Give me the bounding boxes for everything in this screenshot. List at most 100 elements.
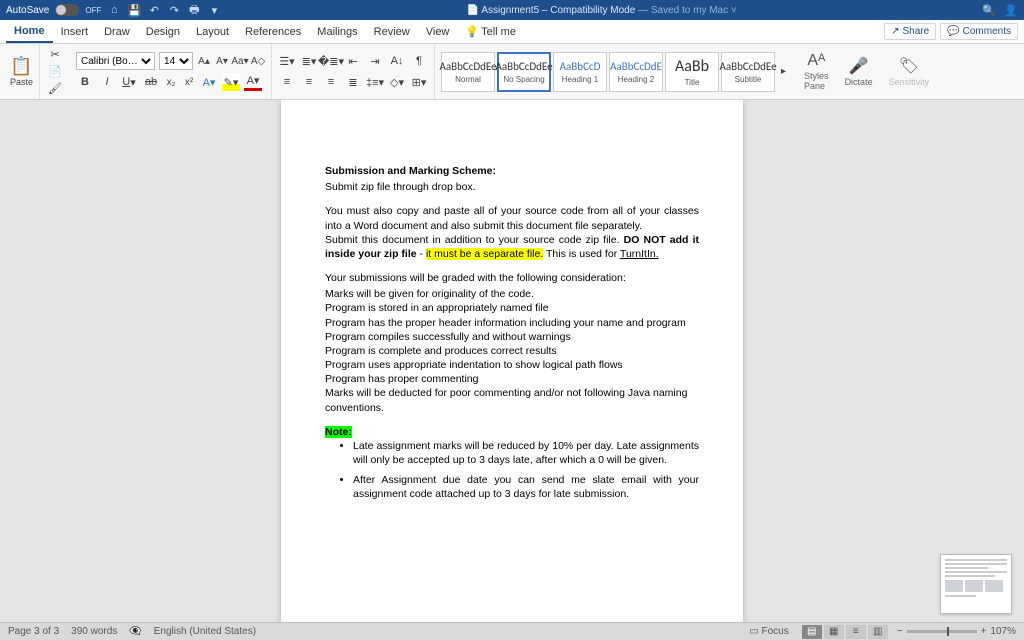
list-item: Late assignment marks will be reduced by…	[353, 439, 699, 467]
line-spacing-icon[interactable]: ‡≡▾	[366, 73, 384, 91]
tab-mailings[interactable]: Mailings	[309, 22, 365, 42]
tab-home[interactable]: Home	[6, 21, 53, 43]
shading-icon[interactable]: ◇▾	[388, 73, 406, 91]
decrease-indent-icon[interactable]: ⇤	[344, 52, 362, 70]
list-item: After Assignment due date you can send m…	[353, 473, 699, 501]
share-button[interactable]: ↗Share	[884, 23, 936, 40]
style-card-heading-2[interactable]: AaBbCcDdE Heading 2	[609, 52, 663, 92]
view-outline-icon[interactable]: ≡	[846, 625, 866, 639]
tab-draw[interactable]: Draw	[96, 22, 138, 42]
style-card-title[interactable]: AaBbTitle	[665, 52, 719, 92]
user-icon[interactable]: 👤	[1004, 3, 1018, 17]
doc-highlight: it must be a separate file.	[426, 248, 543, 260]
justify-icon[interactable]: ≣	[344, 73, 362, 91]
undo-icon[interactable]: ↶	[147, 3, 161, 17]
status-bar: Page 3 of 3 390 words 👁‍🗨 English (Unite…	[0, 622, 1024, 640]
align-center-icon[interactable]: ≡	[300, 73, 318, 91]
strike-button[interactable]: ab	[142, 73, 160, 91]
dictate-button[interactable]: 🎤 Dictate	[837, 44, 881, 99]
doc-line: Marks will be given for originality of t…	[325, 287, 699, 301]
tab-view[interactable]: View	[418, 22, 458, 42]
subscript-button[interactable]: x₂	[164, 73, 178, 91]
increase-font-icon[interactable]: A▴	[197, 52, 211, 70]
clear-format-icon[interactable]: A◇	[251, 52, 265, 70]
styles-more-icon[interactable]: ▸	[777, 66, 790, 77]
style-preview: AaBbCcDdEe	[439, 60, 496, 73]
doc-line: Program has the proper header informatio…	[325, 316, 699, 330]
tab-references[interactable]: References	[237, 22, 309, 42]
style-preview: AaBbCcDdEe	[719, 60, 776, 73]
superscript-button[interactable]: x²	[182, 73, 196, 91]
titlebar-title: 📄 Assignment5 – Compatibility Mode — Sav…	[221, 5, 982, 16]
autosave-toggle[interactable]	[55, 4, 79, 16]
increase-indent-icon[interactable]: ⇥	[366, 52, 384, 70]
doc-lines: Marks will be given for originality of t…	[325, 287, 699, 415]
borders-icon[interactable]: ⊞▾	[410, 73, 428, 91]
doc-line: Program is complete and produces correct…	[325, 344, 699, 358]
style-label: Heading 2	[618, 75, 654, 84]
sort-icon[interactable]: A↓	[388, 52, 406, 70]
print-icon[interactable]: 🖶	[187, 3, 201, 17]
tab-tellme[interactable]: 💡Tell me	[457, 21, 524, 42]
style-preview: AaBbCcDdE	[610, 60, 662, 73]
multilevel-icon[interactable]: �≣▾	[322, 52, 340, 70]
doc-line: Submit zip file through drop box.	[325, 180, 699, 194]
cut-icon[interactable]: ✂	[46, 46, 64, 63]
bold-button[interactable]: B	[76, 73, 94, 91]
view-web-icon[interactable]: ▦	[824, 625, 844, 639]
document-area[interactable]: Submission and Marking Scheme: Submit zi…	[0, 100, 1024, 622]
show-marks-icon[interactable]: ¶	[410, 52, 428, 70]
bullets-icon[interactable]: ☰▾	[278, 52, 296, 70]
page[interactable]: Submission and Marking Scheme: Submit zi…	[281, 100, 743, 622]
style-card-no-spacing[interactable]: AaBbCcDdEeNo Spacing	[497, 52, 551, 92]
copy-icon[interactable]: 📄	[46, 63, 64, 80]
view-draft-icon[interactable]: ▥	[868, 625, 888, 639]
doc-title: Assignment5 – Compatibility Mode	[481, 5, 635, 16]
focus-mode[interactable]: ▭ Focus	[749, 626, 788, 637]
zoom-in-button[interactable]: +	[981, 626, 987, 637]
change-case-icon[interactable]: Aa▾	[233, 52, 247, 70]
format-painter-icon[interactable]: 🖌	[46, 80, 64, 97]
font-color-icon[interactable]: A▾	[244, 73, 262, 91]
search-icon[interactable]: 🔍	[982, 3, 996, 17]
tab-design[interactable]: Design	[138, 22, 188, 42]
zoom-out-button[interactable]: −	[897, 626, 903, 637]
align-left-icon[interactable]: ≡	[278, 73, 296, 91]
paste-icon[interactable]: 📋	[10, 57, 32, 75]
underline-button[interactable]: U▾	[120, 73, 138, 91]
style-card-heading-1[interactable]: AaBbCcDHeading 1	[553, 52, 607, 92]
zoom-value[interactable]: 107%	[990, 626, 1016, 637]
home-icon[interactable]: ⌂	[107, 3, 121, 17]
styles-gallery: AaBbCcDdEeNormalAaBbCcDdEeNo SpacingAaBb…	[435, 44, 796, 99]
style-card-subtitle[interactable]: AaBbCcDdEeSubtitle	[721, 52, 775, 92]
status-page[interactable]: Page 3 of 3	[8, 626, 59, 637]
decrease-font-icon[interactable]: A▾	[215, 52, 229, 70]
highlight-icon[interactable]: ✎▾	[222, 73, 240, 91]
italic-button[interactable]: I	[98, 73, 116, 91]
status-words[interactable]: 390 words	[71, 626, 117, 637]
spellcheck-icon[interactable]: 👁‍🗨	[129, 626, 141, 637]
font-name-select[interactable]: Calibri (Bo…	[76, 52, 155, 70]
chevron-down-icon[interactable]: ▾	[207, 3, 221, 17]
save-icon[interactable]: 💾	[127, 3, 141, 17]
style-preview: AaBbCcD	[560, 60, 601, 73]
style-card-normal[interactable]: AaBbCcDdEe Normal	[441, 52, 495, 92]
tab-layout[interactable]: Layout	[188, 22, 237, 42]
ribbon-tabs: Home Insert Draw Design Layout Reference…	[0, 20, 1024, 44]
doc-line: Marks will be deducted for poor commenti…	[325, 386, 699, 414]
font-size-select[interactable]: 14	[159, 52, 193, 70]
navigation-thumbnail[interactable]	[940, 554, 1012, 614]
status-language[interactable]: English (United States)	[154, 626, 256, 637]
redo-icon[interactable]: ↷	[167, 3, 181, 17]
comments-button[interactable]: 💬Comments	[940, 23, 1018, 40]
styles-pane-button[interactable]: Aᴬ Styles Pane	[796, 44, 837, 99]
text-effects-icon[interactable]: A▾	[200, 73, 218, 91]
align-right-icon[interactable]: ≡	[322, 73, 340, 91]
chevron-down-icon[interactable]: ˅	[731, 5, 737, 16]
style-label: Normal	[455, 75, 481, 84]
tab-insert[interactable]: Insert	[53, 22, 97, 42]
numbering-icon[interactable]: ≣▾	[300, 52, 318, 70]
tab-review[interactable]: Review	[366, 22, 418, 42]
zoom-slider[interactable]	[907, 630, 977, 633]
view-print-icon[interactable]: ▤	[802, 625, 822, 639]
